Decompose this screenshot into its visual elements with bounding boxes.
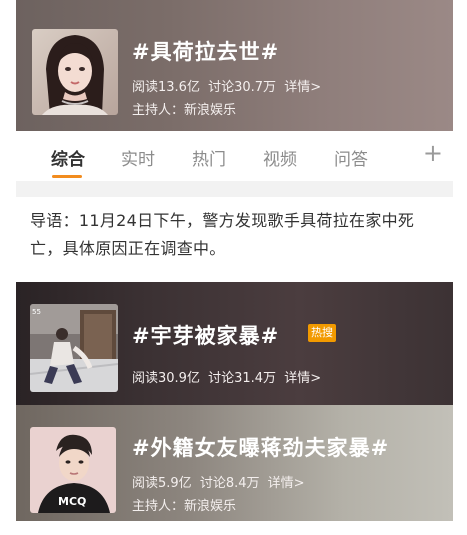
tab-hot[interactable]: 热门 xyxy=(192,145,226,170)
discuss-count: 讨论31.4万 xyxy=(208,371,277,386)
active-tab-indicator xyxy=(52,175,82,178)
topic-page: #具荷拉去世# 阅读13.6亿 讨论30.7万 详情> 主持人：新浪娱乐 综合 … xyxy=(0,0,467,535)
section-divider xyxy=(16,181,453,197)
topic-title: #宇芽被家暴# xyxy=(132,324,280,348)
detail-link[interactable]: 详情> xyxy=(284,371,321,386)
topic-stats: 阅读30.9亿 讨论31.4万 详情> xyxy=(132,367,325,386)
topic-intro-text: 导语：11月24日下午，警方发现歌手具荷拉在家中死亡，具体原因正在调查中。 xyxy=(30,211,415,258)
topic-host: 主持人：新浪娱乐 xyxy=(132,103,237,118)
topic-stats: 阅读5.9亿 讨论8.4万 详情> xyxy=(132,472,309,491)
topic-title: #具荷拉去世# xyxy=(132,40,280,64)
detail-link[interactable]: 详情> xyxy=(268,476,305,491)
portrait-image xyxy=(32,29,118,115)
topic-video-thumbnail: 55 xyxy=(30,304,118,392)
topic-stats: 阅读13.6亿 讨论30.7万 详情> xyxy=(132,76,325,95)
cctv-image: 55 xyxy=(30,304,118,392)
hot-search-badge: 热搜 xyxy=(308,324,336,342)
discuss-count: 讨论30.7万 xyxy=(208,80,277,95)
detail-link[interactable]: 详情> xyxy=(284,80,321,95)
tab-realtime[interactable]: 实时 xyxy=(121,145,155,170)
svg-text:MCQ: MCQ xyxy=(58,495,86,508)
discuss-count: 讨论8.4万 xyxy=(199,476,260,491)
svg-text:55: 55 xyxy=(32,308,41,316)
related-topic-card[interactable]: 55 #宇芽被家暴# 热搜 阅读30.9亿 讨论31.4万 详情> xyxy=(16,282,453,405)
topic-host: 主持人：新浪娱乐 xyxy=(132,499,237,514)
read-count: 阅读5.9亿 xyxy=(132,476,192,491)
topic-header-card[interactable]: #具荷拉去世# 阅读13.6亿 讨论30.7万 详情> 主持人：新浪娱乐 xyxy=(16,0,453,131)
topic-avatar-thumbnail: MCQ xyxy=(30,427,116,513)
related-topic-card[interactable]: MCQ #外籍女友曝蒋劲夫家暴# 阅读5.9亿 讨论8.4万 详情> 主持人：新… xyxy=(16,405,453,521)
tab-qa[interactable]: 问答 xyxy=(334,145,368,170)
topic-tab-bar: 综合 实时 热门 视频 问答 + xyxy=(16,131,453,182)
read-count: 阅读30.9亿 xyxy=(132,371,200,386)
read-count: 阅读13.6亿 xyxy=(132,80,200,95)
tab-video[interactable]: 视频 xyxy=(263,145,297,170)
tab-comprehensive[interactable]: 综合 xyxy=(51,145,85,170)
topic-title: #外籍女友曝蒋劲夫家暴# xyxy=(132,436,390,460)
topic-avatar-thumbnail xyxy=(32,29,118,115)
portrait-image: MCQ xyxy=(30,427,116,513)
add-tab-icon[interactable]: + xyxy=(423,139,443,167)
